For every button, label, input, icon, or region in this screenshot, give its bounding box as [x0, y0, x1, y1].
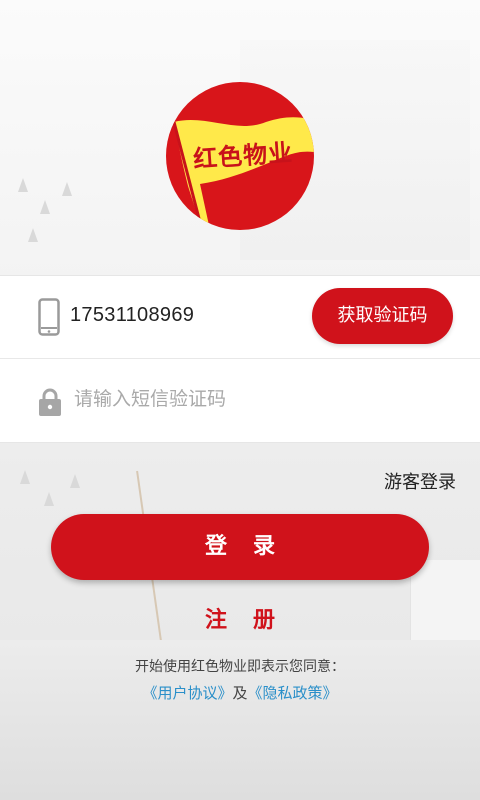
phone-icon	[38, 298, 60, 336]
app-logo: 红色物业	[166, 82, 314, 230]
background-tree-decoration	[28, 228, 38, 242]
background-tree-decoration	[44, 492, 54, 506]
background-tree-decoration	[70, 474, 80, 488]
login-button[interactable]: 登录	[51, 514, 429, 580]
user-agreement-link[interactable]: 《用户协议》	[142, 684, 232, 702]
background-tree-decoration	[62, 182, 72, 196]
background-tree-decoration	[20, 470, 30, 484]
login-screen: 红色物业 17531108969 获取验证码 游客登录 登录 注册 开始使用红色…	[0, 0, 480, 800]
verification-code-row	[0, 359, 480, 441]
verification-code-input[interactable]	[70, 379, 438, 419]
lock-icon	[39, 388, 61, 416]
background-tree-decoration	[40, 200, 50, 214]
agreement-conjunction: 及	[232, 684, 248, 702]
agreement-links: 《用户协议》及《隐私政策》	[0, 682, 480, 703]
privacy-policy-link[interactable]: 《隐私政策》	[248, 684, 338, 702]
guest-login-link[interactable]: 游客登录	[384, 468, 456, 494]
agreement-intro-text: 开始使用红色物业即表示您同意：	[135, 659, 345, 675]
login-form-panel: 17531108969 获取验证码	[0, 275, 480, 443]
get-verification-code-button[interactable]: 获取验证码	[312, 288, 453, 344]
phone-number-field[interactable]: 17531108969	[70, 304, 194, 327]
register-link[interactable]: 注册	[0, 602, 480, 634]
phone-row: 17531108969 获取验证码	[0, 276, 480, 359]
background-tree-decoration	[18, 178, 28, 192]
